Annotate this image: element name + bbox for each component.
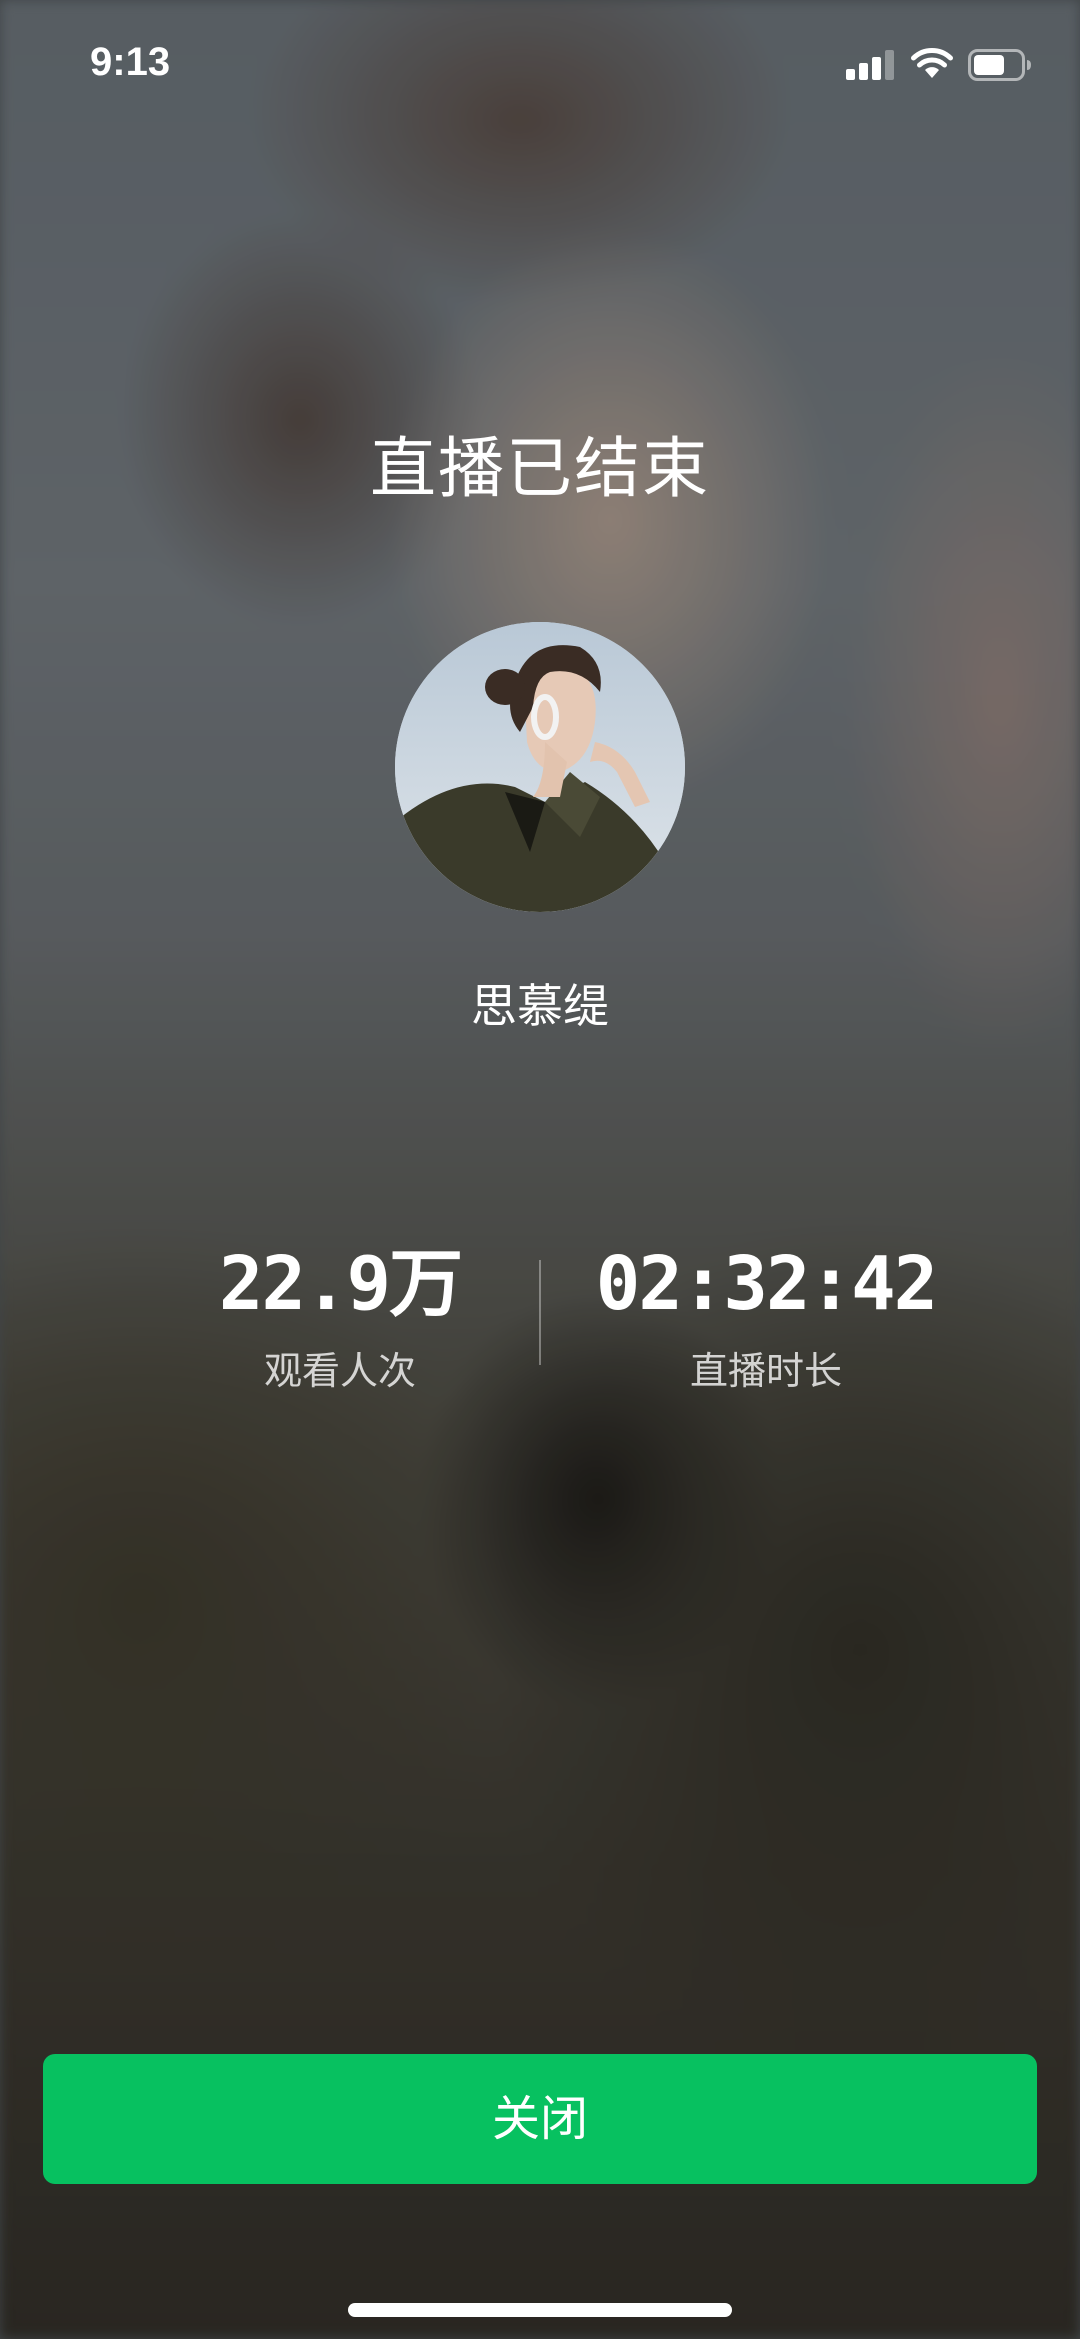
status-bar: 9:13	[0, 0, 1080, 130]
close-button[interactable]: 关闭	[43, 2054, 1037, 2184]
avatar-photo-icon	[395, 622, 685, 912]
stats-divider	[539, 1260, 541, 1365]
wifi-icon	[911, 47, 953, 78]
viewers-count: 22.9万	[218, 1241, 463, 1327]
status-time: 9:13	[90, 40, 171, 84]
cellular-signal-icon	[846, 50, 898, 80]
duration-label: 直播时长	[689, 1349, 842, 1393]
duration-value: 02:32:42	[595, 1241, 938, 1327]
home-indicator[interactable]	[348, 2303, 732, 2317]
host-name: 思慕缇	[471, 979, 609, 1033]
viewers-stat: 22.9万 观看人次	[140, 1240, 540, 1395]
battery-icon	[968, 49, 1031, 81]
host-avatar[interactable]	[395, 622, 685, 912]
live-ended-title: 直播已结束	[370, 430, 710, 507]
live-ended-screen: 9:13 直播已结束 思慕缇 22.9万 观看人次 02:32:42 直播时长 …	[0, 0, 1080, 2339]
live-stats: 22.9万 观看人次 02:32:42 直播时长	[0, 1240, 1080, 1400]
viewers-label: 观看人次	[263, 1349, 416, 1393]
duration-stat: 02:32:42 直播时长	[566, 1240, 966, 1395]
